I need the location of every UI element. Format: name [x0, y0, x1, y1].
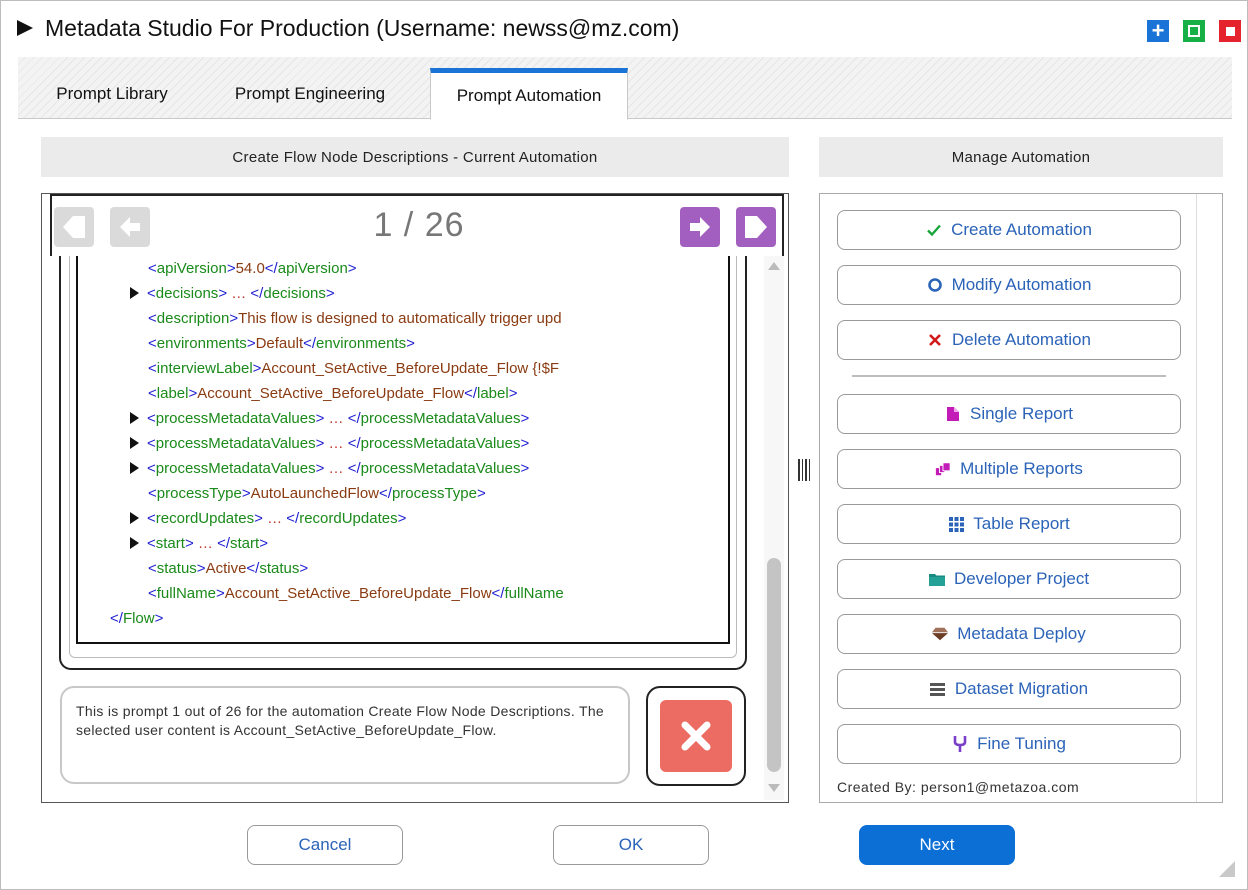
expand-triangle-icon[interactable] [130, 412, 139, 424]
xml-node-collapsed[interactable]: <decisions> … </decisions> [130, 281, 335, 306]
xml-node-collapsed[interactable]: <processMetadataValues> … </processMetad… [130, 406, 529, 431]
expand-triangle-icon[interactable] [130, 537, 139, 549]
xml-node: <label>Account_SetActive_BeforeUpdate_Fl… [148, 385, 518, 402]
maximize-icon [1188, 25, 1200, 37]
plus-icon: + [1151, 18, 1165, 43]
ok-button[interactable]: OK [553, 825, 709, 865]
grid-icon [948, 516, 964, 532]
diamond-icon [932, 626, 949, 642]
xml-node-collapsed[interactable]: <processMetadataValues> … </processMetad… [130, 456, 529, 481]
close-icon [1225, 26, 1235, 36]
modify-automation-button[interactable]: Modify Automation [837, 265, 1181, 305]
expand-triangle-icon[interactable] [130, 437, 139, 449]
delete-automation-label: Delete Automation [952, 330, 1091, 349]
tab-bar: Prompt Library Prompt Engineering Prompt… [18, 57, 1232, 120]
x-icon [927, 332, 943, 348]
code-frame: <apiVersion>54.0</apiVersion> <decisions>… [59, 256, 747, 670]
cancel-button[interactable]: Cancel [247, 825, 403, 865]
xml-node: <status>Active</status> [148, 560, 309, 577]
title-arrow-icon [17, 20, 33, 36]
check-icon [926, 222, 942, 238]
panel-splitter-handle[interactable] [797, 459, 811, 483]
tab-prompt-engineering[interactable]: Prompt Engineering [210, 69, 410, 119]
modify-automation-label: Modify Automation [951, 275, 1092, 294]
scroll-thumb[interactable] [767, 558, 781, 772]
single-report-label: Single Report [969, 404, 1073, 423]
create-automation-button[interactable]: Create Automation [837, 210, 1181, 250]
next-page-button[interactable] [680, 207, 720, 247]
actions-scrollbar[interactable] [1196, 194, 1222, 802]
manage-automation-panel: Create Automation Modify Automation Dele… [819, 193, 1223, 803]
xml-closing-tag: </Flow> [110, 610, 164, 627]
xml-node-collapsed[interactable]: <recordUpdates> … </recordUpdates> [130, 506, 406, 531]
resize-grip-icon[interactable] [1219, 861, 1235, 877]
add-window-button[interactable]: + [1147, 20, 1169, 42]
created-by-text: Created By: person1@metazoa.com [837, 779, 1080, 795]
xml-node-collapsed[interactable]: <start> … </start> [130, 531, 268, 556]
xml-node: <fullName>Account_SetActive_BeforeUpdate… [148, 585, 564, 602]
developer-project-button[interactable]: Developer Project [837, 559, 1181, 599]
arrow-right-icon [690, 217, 710, 237]
document-icon [945, 406, 961, 422]
window-title: Metadata Studio For Production (Username… [45, 15, 680, 41]
multiple-reports-label: Multiple Reports [960, 459, 1083, 478]
cancel-automation-button[interactable] [646, 686, 746, 786]
dataset-migration-button[interactable]: Dataset Migration [837, 669, 1181, 709]
fine-tuning-label: Fine Tuning [977, 734, 1066, 753]
xml-node: <interviewLabel>Account_SetActive_Before… [148, 360, 560, 377]
list-icon [930, 681, 946, 697]
xml-node: <environments>Default</environments> [148, 335, 415, 352]
metadata-deploy-button[interactable]: Metadata Deploy [837, 614, 1181, 654]
prompt-info-text: This is prompt 1 out of 26 for the autom… [60, 686, 630, 784]
manage-automation-header: Manage Automation [819, 137, 1223, 177]
prompt-navigator: 1 / 26 [50, 194, 784, 256]
table-report-label: Table Report [973, 514, 1070, 533]
close-window-button[interactable] [1219, 20, 1241, 42]
maximize-button[interactable] [1183, 20, 1205, 42]
title-bar: Metadata Studio For Production (Username… [1, 1, 1247, 57]
actions-divider [852, 375, 1166, 377]
dataset-migration-label: Dataset Migration [954, 679, 1089, 698]
expand-triangle-icon[interactable] [130, 512, 139, 524]
fine-tuning-button[interactable]: Fine Tuning [837, 724, 1181, 764]
current-automation-panel: 1 / 26 <apiVersion>54.0</apiVersion> <dec… [41, 193, 789, 803]
xml-node: <apiVersion>54.0</apiVersion> [148, 260, 357, 277]
scroll-up-icon[interactable] [768, 262, 780, 270]
create-automation-label: Create Automation [951, 220, 1092, 239]
xml-node: <processType>AutoLaunchedFlow</processTy… [148, 485, 486, 502]
scroll-down-icon[interactable] [768, 784, 780, 792]
page-counter: 1 / 26 [373, 206, 465, 244]
x-icon [681, 721, 711, 751]
app-window: Metadata Studio For Production (Username… [0, 0, 1248, 890]
single-report-button[interactable]: Single Report [837, 394, 1181, 434]
last-page-button[interactable] [736, 207, 776, 247]
xml-viewer[interactable]: <apiVersion>54.0</apiVersion> <decisions>… [76, 256, 730, 644]
code-scrollbar[interactable] [764, 256, 784, 800]
circle-icon [927, 277, 943, 293]
folder-icon [928, 571, 945, 587]
documents-icon [935, 461, 951, 477]
last-page-icon [745, 216, 767, 238]
expand-triangle-icon[interactable] [130, 462, 139, 474]
next-button[interactable]: Next [859, 825, 1015, 865]
xml-node-collapsed[interactable]: <processMetadataValues> … </processMetad… [130, 431, 529, 456]
tab-prompt-library[interactable]: Prompt Library [42, 69, 182, 119]
table-report-button[interactable]: Table Report [837, 504, 1181, 544]
current-automation-header: Create Flow Node Descriptions - Current … [41, 137, 789, 177]
xml-node: <description>This flow is designed to au… [148, 310, 562, 327]
metadata-deploy-label: Metadata Deploy [957, 624, 1086, 643]
fork-icon [952, 736, 968, 752]
tab-prompt-automation[interactable]: Prompt Automation [430, 68, 628, 120]
multiple-reports-button[interactable]: Multiple Reports [837, 449, 1181, 489]
delete-automation-button[interactable]: Delete Automation [837, 320, 1181, 360]
developer-project-label: Developer Project [953, 569, 1090, 588]
expand-triangle-icon[interactable] [130, 287, 139, 299]
